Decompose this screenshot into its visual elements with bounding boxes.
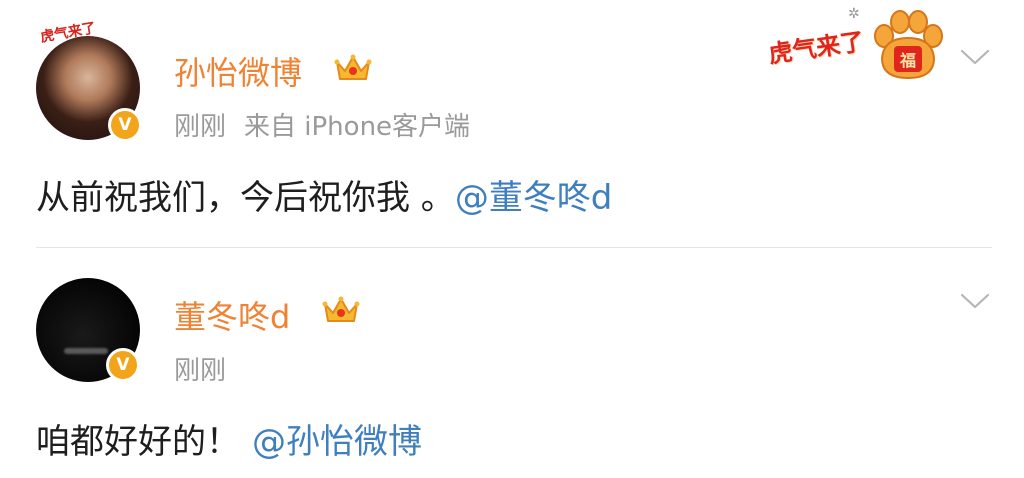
author-avatar[interactable]: V	[36, 278, 156, 398]
verified-v-icon: V	[108, 108, 142, 142]
chevron-down-icon[interactable]	[960, 48, 990, 66]
author-avatar[interactable]: 虎气来了 V	[36, 20, 156, 156]
post-source[interactable]: 来自 iPhone客户端	[244, 112, 470, 142]
crown-icon	[334, 54, 372, 80]
post-time: 刚刚	[174, 356, 227, 386]
mention-link[interactable]: @孙怡微博	[252, 422, 422, 462]
post-text: 从前祝我们，今后祝你我 。@董冬咚d	[36, 170, 612, 219]
post-body: 从前祝我们，今后祝你我 。	[36, 178, 455, 218]
post-text: 咱都好好的！ @孙怡微博	[36, 414, 422, 463]
post-meta: 刚刚 来自 iPhone客户端	[174, 106, 470, 143]
verified-v-icon: V	[106, 348, 140, 382]
promo-sticker[interactable]: 虎气来了 ✲ 福	[760, 6, 950, 86]
post-time: 刚刚	[174, 112, 227, 142]
promo-text: 虎气来了	[766, 27, 866, 69]
crown-icon	[322, 296, 360, 322]
post-meta: 刚刚	[174, 350, 226, 387]
weibo-post: 虎气来了 V 孙怡微博 刚刚 来自 iPhone客户端 从前祝我们，今后祝你我 。…	[0, 0, 1024, 248]
mention-link[interactable]: @董冬咚d	[455, 178, 613, 218]
author-name[interactable]: 孙怡微博	[174, 48, 302, 94]
paw-label: 福	[899, 51, 916, 70]
author-name[interactable]: 董冬咚d	[174, 292, 290, 338]
post-body: 咱都好好的！	[36, 422, 240, 462]
weibo-feed: 虎气来了 V 孙怡微博 刚刚 来自 iPhone客户端 从前祝我们，今后祝你我 。…	[0, 0, 1024, 478]
tiger-paw-icon: 福	[874, 10, 943, 80]
weibo-post: V 董冬咚d 刚刚 咱都好好的！ @孙怡微博	[0, 248, 1024, 478]
sparkle-icon: ✲	[848, 6, 860, 22]
chevron-down-icon[interactable]	[960, 292, 990, 310]
